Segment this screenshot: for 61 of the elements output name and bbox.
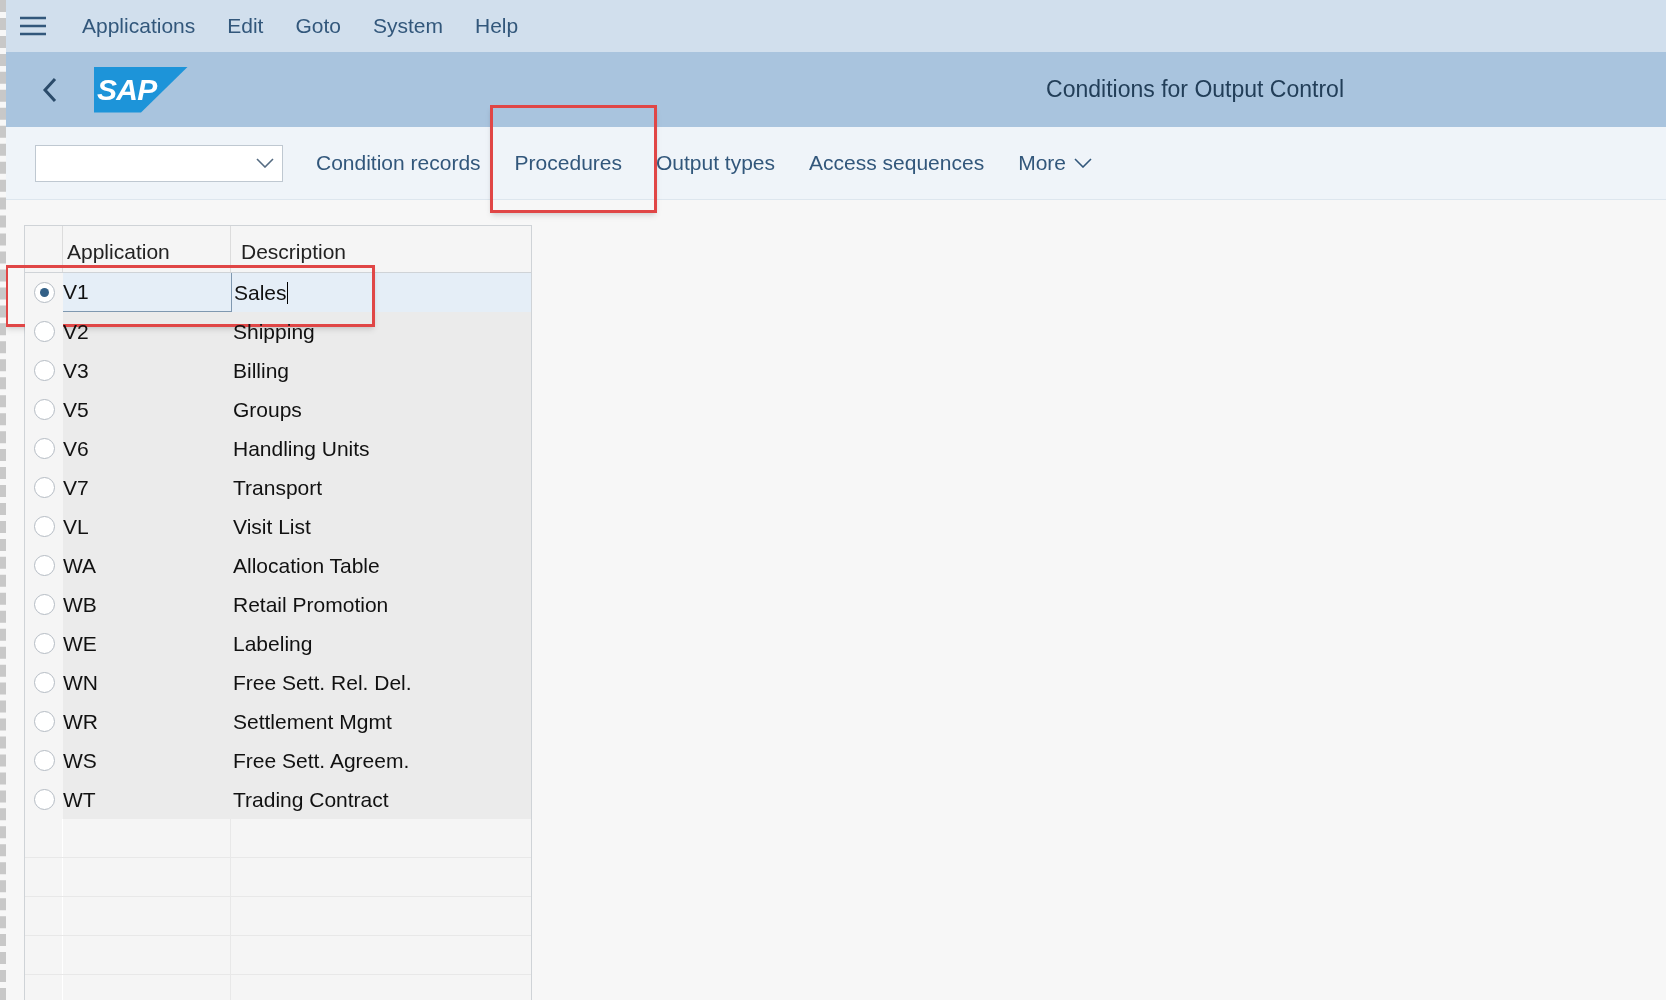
toolbar-button[interactable]: Output types: [639, 143, 793, 183]
radio-button[interactable]: [33, 633, 55, 654]
table-cell-text: Retail Promotion: [232, 591, 390, 618]
table-cell-text: V6: [63, 435, 90, 462]
table-cell-text: WE: [63, 630, 98, 657]
table-cell-text: Visit List: [232, 513, 312, 540]
radio-button[interactable]: [33, 477, 55, 498]
radio-button[interactable]: [33, 555, 55, 576]
table-cell-text: V5: [63, 396, 90, 423]
table-cell-text: WB: [63, 591, 98, 618]
radio-button[interactable]: [33, 750, 55, 771]
table-cell-text: Free Sett. Rel. Del.: [232, 669, 413, 696]
table-cell-text: Allocation Table: [232, 552, 381, 579]
radio-button[interactable]: [33, 594, 55, 615]
toolbar-button[interactable]: Condition records: [299, 143, 498, 183]
table-cell-text: V7: [63, 474, 90, 501]
radio-button[interactable]: [33, 672, 55, 693]
radio-button[interactable]: [33, 711, 55, 732]
back-icon[interactable]: [42, 76, 58, 103]
radio-button[interactable]: [33, 399, 55, 420]
table-cell-text: WA: [63, 552, 98, 579]
table-cell-text: V2: [63, 318, 90, 345]
radio-button[interactable]: [33, 321, 55, 342]
menu-item[interactable]: Applications: [82, 10, 196, 42]
column-header: Application: [63, 226, 231, 272]
table-cell-text: Transport: [232, 474, 324, 501]
toolbar-button[interactable]: Procedures: [497, 143, 639, 183]
table-cell-text: WR: [63, 708, 99, 735]
chevron-down-icon: [1074, 158, 1093, 168]
menu-item[interactable]: Goto: [295, 10, 341, 42]
chevron-down-icon: [256, 158, 274, 168]
radio-button[interactable]: [33, 282, 55, 303]
table-cell-text: Shipping: [232, 318, 316, 345]
table-cell-text: Settlement Mgmt: [232, 708, 393, 735]
radio-button[interactable]: [33, 438, 55, 459]
sap-logo: SAP: [94, 66, 188, 113]
table-cell-text: Free Sett. Agreem.: [232, 747, 411, 774]
menu-icon[interactable]: [20, 16, 46, 36]
more-menu-button[interactable]: More: [1001, 143, 1110, 183]
table-cell-text: Trading Contract: [232, 786, 390, 813]
table-cell-text: Groups: [232, 396, 303, 423]
radio-button[interactable]: [33, 789, 55, 810]
menu-item[interactable]: System: [372, 10, 443, 42]
menu-item[interactable]: Edit: [227, 10, 264, 42]
table-cell-text: WS: [63, 747, 98, 774]
radio-button[interactable]: [33, 360, 55, 381]
column-header: Description: [240, 239, 348, 265]
table-cell: V1: [63, 273, 231, 312]
table-cell-text: VL: [63, 513, 90, 540]
table-cell-text: V3: [63, 357, 90, 384]
table-cell-text: WN: [63, 669, 99, 696]
input-field[interactable]: Sales: [231, 273, 531, 312]
menu-item[interactable]: Help: [474, 10, 519, 42]
dropdown-field[interactable]: [35, 144, 283, 182]
radio-button[interactable]: [33, 516, 55, 537]
table-cell-text: Labeling: [232, 630, 314, 657]
page-title: Conditions for Output Control: [1046, 75, 1344, 105]
table-cell-text: Billing: [232, 357, 291, 384]
table-cell-text: WT: [63, 786, 97, 813]
table-cell-text: Handling Units: [232, 435, 371, 462]
toolbar-button[interactable]: Access sequences: [792, 143, 1002, 183]
